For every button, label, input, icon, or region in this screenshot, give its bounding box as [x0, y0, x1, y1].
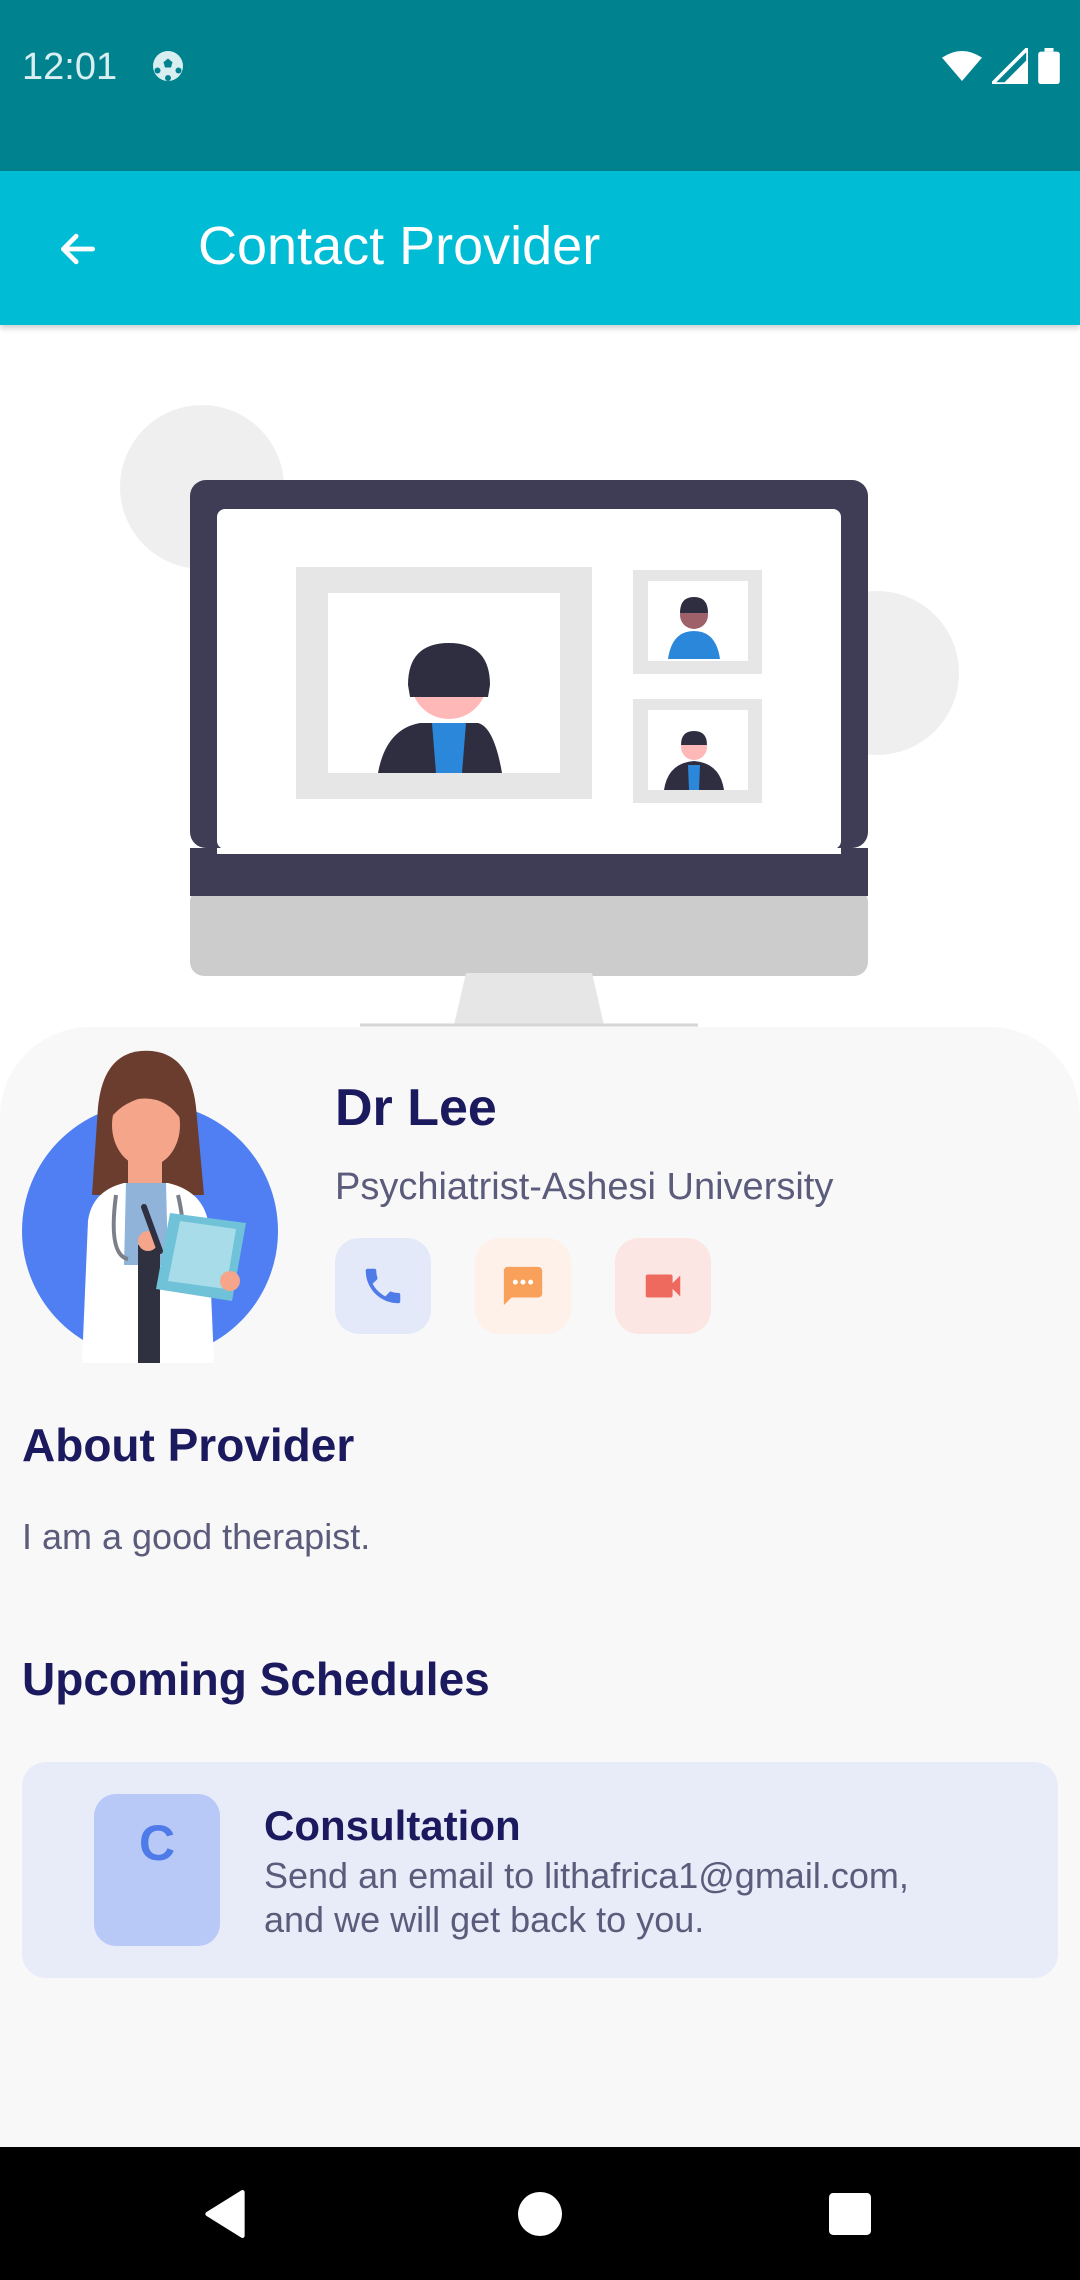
status-bar: 12:01 — [0, 0, 1080, 171]
cell-signal-icon — [992, 48, 1028, 84]
schedule-badge-letter: C — [138, 1815, 176, 1871]
app-bar: Contact Provider — [0, 171, 1080, 325]
navigation-bar — [0, 2147, 1080, 2280]
back-triangle-icon — [205, 2189, 245, 2238]
nav-home-button[interactable] — [470, 2147, 610, 2280]
schedule-item[interactable]: C Consultation Send an email to lithafri… — [22, 1762, 1058, 1978]
video-icon — [645, 1274, 681, 1298]
call-button[interactable] — [335, 1238, 431, 1334]
back-button[interactable] — [38, 211, 118, 287]
provider-name: Dr Lee — [335, 1079, 497, 1137]
video-call-button[interactable] — [615, 1238, 711, 1334]
schedules-heading: Upcoming Schedules — [22, 1653, 490, 1705]
status-time: 12:01 — [22, 46, 118, 88]
schedule-title: Consultation — [264, 1802, 521, 1849]
about-text: I am a good therapist. — [22, 1516, 371, 1557]
chat-button[interactable] — [475, 1238, 571, 1334]
chat-icon — [503, 1266, 543, 1306]
arrow-left-icon — [60, 233, 96, 265]
doctor-avatar — [22, 1050, 278, 1363]
soccer-ball-icon — [153, 51, 183, 81]
nav-back-button[interactable] — [155, 2147, 295, 2280]
recents-square-icon — [829, 2192, 871, 2235]
video-call-illustration — [120, 405, 959, 1027]
schedule-description: Send an email to lithafrica1@gmail.com, … — [264, 1855, 909, 1940]
schedule-badge: C — [94, 1794, 220, 1946]
battery-icon — [1038, 48, 1060, 84]
about-heading: About Provider — [22, 1419, 355, 1471]
page-title: Contact Provider — [198, 216, 601, 276]
phone-icon — [365, 1268, 401, 1304]
home-circle-icon — [518, 2191, 562, 2236]
status-icons — [942, 48, 1060, 84]
provider-title: Psychiatrist-Ashesi University — [335, 1166, 834, 1208]
nav-recents-button[interactable] — [780, 2147, 920, 2280]
wifi-icon — [942, 51, 982, 81]
